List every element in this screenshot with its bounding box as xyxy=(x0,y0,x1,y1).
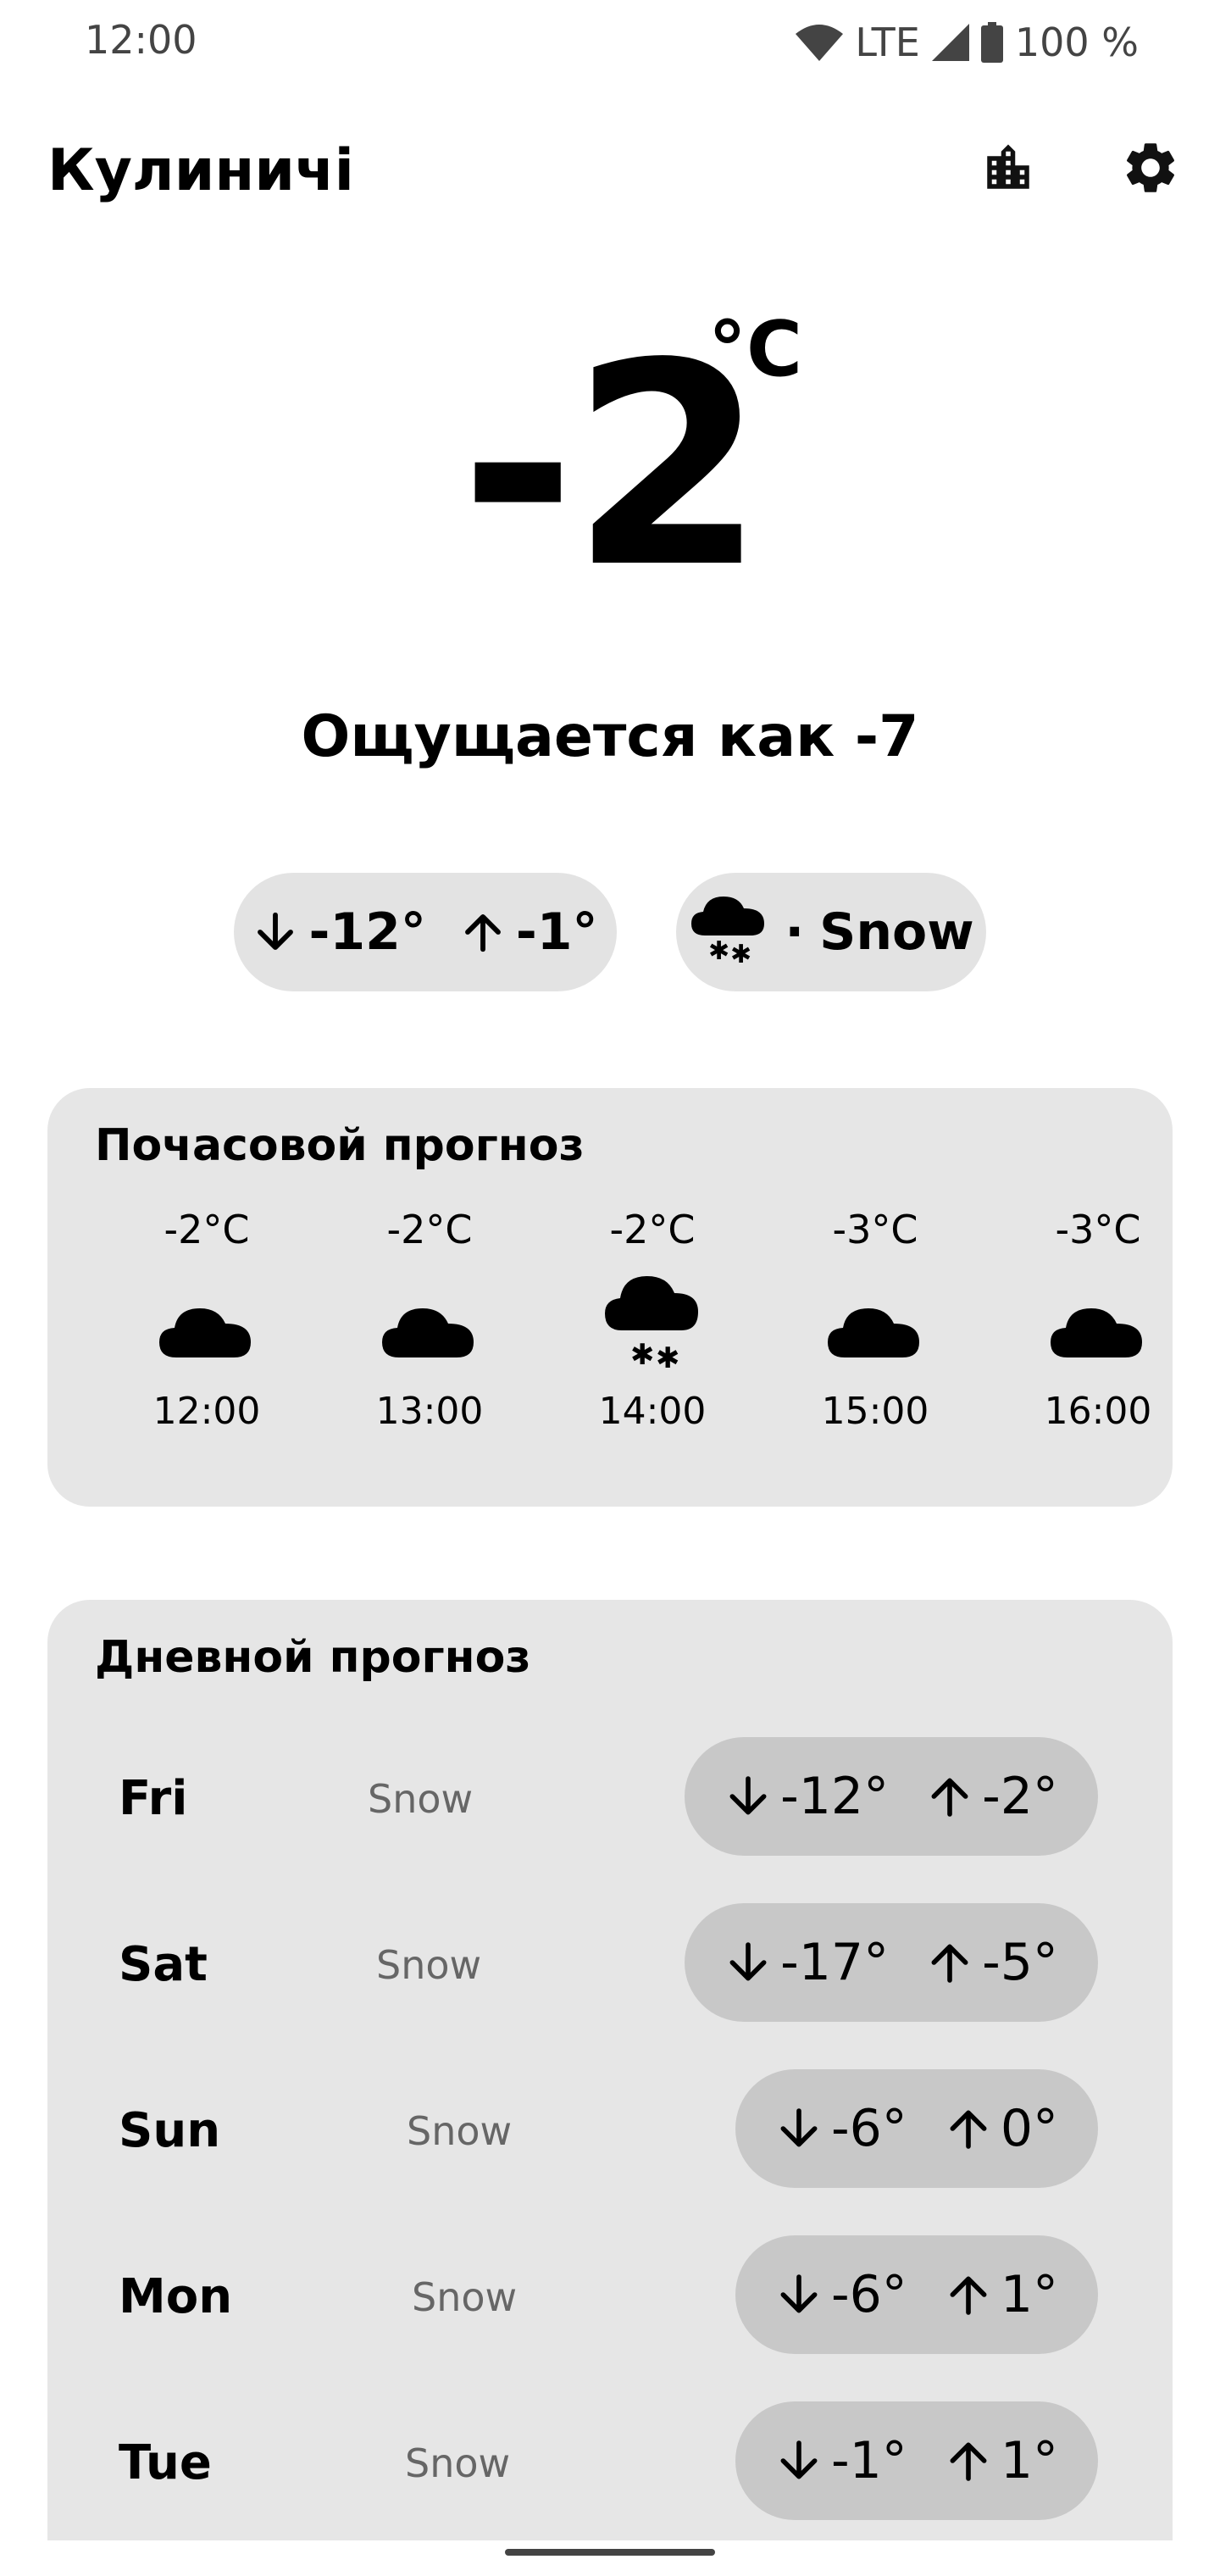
arrow-up-icon xyxy=(945,2105,992,2152)
hourly-temp: -2°C xyxy=(609,1207,696,1252)
day-condition: Snow xyxy=(376,1942,482,1988)
cloud-snow-icon: ✱ ✱ xyxy=(688,890,769,975)
arrow-up-icon xyxy=(945,2437,992,2484)
feels-like: Ощущается как -7 xyxy=(301,703,919,770)
temperature-value: -2 xyxy=(459,303,766,629)
arrow-up-icon xyxy=(926,1939,973,1986)
daily-row: Sun Snow -6° 0° xyxy=(47,2069,1173,2188)
hourly-time: 13:00 xyxy=(375,1390,484,1433)
arrow-down-icon xyxy=(252,909,298,955)
hourly-time: 14:00 xyxy=(598,1390,707,1433)
arrow-up-icon xyxy=(926,1773,973,1820)
hourly-item: -2°C ✱ ✱ 14:00 xyxy=(568,1207,737,1478)
day-high: 1° xyxy=(1000,2265,1058,2324)
condition-chip: ✱ ✱ · Snow xyxy=(676,873,986,991)
daily-row: Mon Snow -6° 1° xyxy=(47,2235,1173,2354)
arrow-down-icon xyxy=(724,1939,772,1986)
day-name: Tue xyxy=(119,2435,212,2490)
hourly-item: -2°C 12:00 xyxy=(122,1207,291,1478)
daily-forecast-card: Дневной прогноз Fri Snow -12° -2° Sat Sn… xyxy=(47,1600,1173,2540)
hourly-time: 12:00 xyxy=(152,1390,261,1433)
svg-text:✱: ✱ xyxy=(656,1341,680,1373)
hourly-forecast-title: Почасовой прогноз xyxy=(95,1120,585,1171)
temp-low: -12° xyxy=(308,902,426,962)
day-condition: Snow xyxy=(412,2274,518,2320)
day-condition: Snow xyxy=(407,2108,513,2154)
svg-text:✱: ✱ xyxy=(708,936,729,963)
day-condition: Snow xyxy=(368,1776,474,1822)
temp-range-chip: -12° -1° xyxy=(234,873,617,991)
city-button[interactable] xyxy=(974,136,1042,203)
arrow-up-icon xyxy=(460,909,506,955)
arrow-down-icon xyxy=(775,2271,823,2318)
svg-text:✱: ✱ xyxy=(730,940,751,963)
status-bar: 12:00 LTE 100 % xyxy=(0,0,1220,85)
day-low: -12° xyxy=(780,1767,890,1826)
hourly-temp: -3°C xyxy=(832,1207,918,1252)
day-low: -1° xyxy=(830,2431,907,2490)
top-app-bar: Кулиничі xyxy=(0,119,1220,220)
day-high: -2° xyxy=(982,1767,1058,1826)
hourly-time: 16:00 xyxy=(1044,1390,1152,1433)
day-temp-range: -12° -2° xyxy=(685,1737,1098,1856)
cloud-icon xyxy=(1047,1288,1149,1373)
wifi-icon xyxy=(796,24,844,61)
hourly-item: -3°C 15:00 xyxy=(790,1207,960,1478)
arrow-up-icon xyxy=(945,2271,992,2318)
hourly-time: 15:00 xyxy=(821,1390,929,1433)
day-temp-range: -6° 1° xyxy=(735,2235,1098,2354)
day-low: -6° xyxy=(830,2099,907,2158)
day-temp-range: -1° 1° xyxy=(735,2401,1098,2520)
day-high: 0° xyxy=(1000,2099,1058,2158)
day-high: -5° xyxy=(982,1933,1058,1992)
separator: · xyxy=(785,902,805,962)
status-indicators: LTE 100 % xyxy=(784,17,1139,68)
day-name: Sat xyxy=(119,1937,208,1992)
city-icon xyxy=(980,140,1036,200)
temp-high: -1° xyxy=(515,902,598,962)
day-name: Sun xyxy=(119,2103,221,2158)
network-label: LTE xyxy=(855,19,920,65)
condition-label: Snow xyxy=(819,902,974,962)
cloud-icon xyxy=(156,1288,258,1373)
cloud-icon xyxy=(379,1288,480,1373)
cloud-snow-icon: ✱ ✱ xyxy=(602,1263,703,1375)
arrow-down-icon xyxy=(724,1773,772,1820)
day-temp-range: -17° -5° xyxy=(685,1903,1098,2022)
daily-forecast-title: Дневной прогноз xyxy=(95,1632,531,1683)
hourly-temp: -2°C xyxy=(164,1207,250,1252)
hourly-temp: -2°C xyxy=(386,1207,473,1252)
arrow-down-icon xyxy=(775,2105,823,2152)
day-temp-range: -6° 0° xyxy=(735,2069,1098,2188)
day-high: 1° xyxy=(1000,2431,1058,2490)
svg-text:✱: ✱ xyxy=(630,1338,655,1372)
cloud-icon xyxy=(824,1288,926,1373)
day-condition: Snow xyxy=(405,2440,511,2486)
daily-row: Tue Snow -1° 1° xyxy=(47,2401,1173,2520)
current-temperature: -2 °C xyxy=(0,288,1220,644)
hourly-forecast-card: Почасовой прогноз -2°C 12:00 -2°C 13:00 … xyxy=(47,1088,1173,1507)
battery-icon xyxy=(980,22,1003,63)
settings-button[interactable] xyxy=(1117,136,1184,203)
day-low: -6° xyxy=(830,2265,907,2324)
day-low: -17° xyxy=(780,1933,890,1992)
hourly-temp: -3°C xyxy=(1055,1207,1141,1252)
hourly-item: -2°C 13:00 xyxy=(345,1207,514,1478)
gear-icon xyxy=(1120,137,1181,203)
location-title: Кулиничі xyxy=(47,137,354,204)
day-name: Fri xyxy=(119,1771,188,1826)
temperature-unit: °C xyxy=(708,305,803,394)
day-name: Mon xyxy=(119,2269,233,2324)
battery-level: 100 % xyxy=(1014,19,1139,65)
home-indicator[interactable] xyxy=(505,2549,715,2556)
daily-row: Fri Snow -12° -2° xyxy=(47,1737,1173,1856)
signal-icon xyxy=(931,24,969,61)
daily-row: Sat Snow -17° -5° xyxy=(47,1903,1173,2022)
arrow-down-icon xyxy=(775,2437,823,2484)
hourly-item: -3°C 16:00 xyxy=(1013,1207,1183,1478)
status-time: 12:00 xyxy=(85,17,197,63)
